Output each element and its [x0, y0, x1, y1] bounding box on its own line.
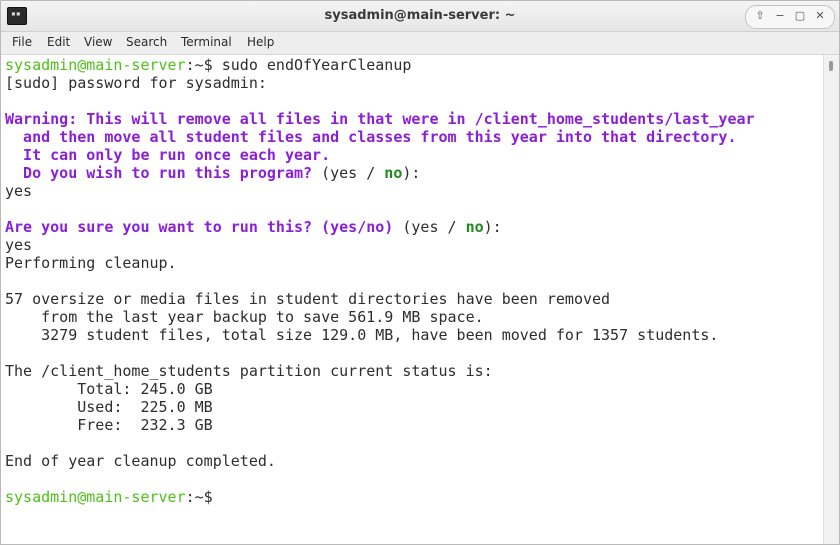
command-line: sysadmin@main-server:~$ sudo endOfYearCl… [5, 56, 411, 74]
run-question: Do you wish to run this program? [5, 164, 313, 182]
confirm-options-open: (yes / [393, 218, 466, 236]
run-prompt-line: Do you wish to run this program? (yes / … [5, 164, 420, 182]
answer-line-1: yes [5, 182, 33, 200]
prompt-path: :~$ [185, 56, 213, 74]
menu-help[interactable]: Help [247, 35, 274, 49]
total-line: Total: 245.0 GB [5, 380, 213, 398]
warning-line-3: It can only be run once each year. [5, 146, 331, 164]
warning-line-1: Warning: This will remove all files in t… [5, 110, 755, 128]
command-text: sudo endOfYearCleanup [212, 56, 412, 74]
shade-icon[interactable]: ⇧ [751, 8, 769, 24]
performing-line: Performing cleanup. [5, 254, 177, 272]
run-default-no: no [384, 164, 403, 182]
menu-edit[interactable]: Edit [47, 35, 70, 49]
vertical-scrollbar[interactable] [823, 55, 839, 544]
menu-search[interactable]: Search [126, 35, 167, 49]
window-controls: ⇧ − ▢ ✕ [745, 5, 835, 29]
run-options-close: ): [402, 164, 421, 182]
run-options-open: (yes / [312, 164, 385, 182]
minimize-icon[interactable]: − [771, 8, 789, 24]
window-title: sysadmin@main-server: ~ [324, 8, 516, 23]
terminal-output[interactable]: sysadmin@main-server:~$ sudo endOfYearCl… [1, 55, 824, 544]
final-prompt-path: :~$ [185, 488, 213, 506]
confirm-options-close: ): [483, 218, 502, 236]
final-prompt-user-host: sysadmin@main-server [5, 488, 186, 506]
menu-bar: File Edit View Search Terminal Help [1, 32, 839, 55]
close-icon[interactable]: ✕ [811, 8, 829, 24]
removed-files-line: 57 oversize or media files in student di… [5, 290, 611, 308]
confirm-default-no: no [465, 218, 484, 236]
partition-status-line: The /client_home_students partition curr… [5, 362, 493, 380]
title-bar[interactable]: ▪▪ sysadmin@main-server: ~ ⇧ − ▢ ✕ [1, 1, 839, 32]
completed-line: End of year cleanup completed. [5, 452, 276, 470]
maximize-icon[interactable]: ▢ [791, 8, 809, 24]
prompt-user-host: sysadmin@main-server [5, 56, 186, 74]
answer-line-2: yes [5, 236, 33, 254]
moved-files-line: 3279 student files, total size 129.0 MB,… [5, 326, 719, 344]
used-line: Used: 225.0 MB [5, 398, 213, 416]
final-prompt-line: sysadmin@main-server:~$ [5, 488, 213, 506]
confirm-question: Are you sure you want to run this? (yes/… [5, 218, 394, 236]
backup-space-line: from the last year backup to save 561.9 … [5, 308, 484, 326]
menu-view[interactable]: View [84, 35, 112, 49]
confirm-prompt-line: Are you sure you want to run this? (yes/… [5, 218, 502, 236]
warning-line-2: and then move all student files and clas… [5, 128, 737, 146]
menu-terminal[interactable]: Terminal [181, 35, 232, 49]
menu-file[interactable]: File [12, 35, 32, 49]
scrollbar-thumb[interactable] [829, 61, 833, 71]
sudo-password-line: [sudo] password for sysadmin: [5, 74, 267, 92]
terminal-window: ▪▪ sysadmin@main-server: ~ ⇧ − ▢ ✕ File … [0, 0, 840, 545]
free-line: Free: 232.3 GB [5, 416, 213, 434]
